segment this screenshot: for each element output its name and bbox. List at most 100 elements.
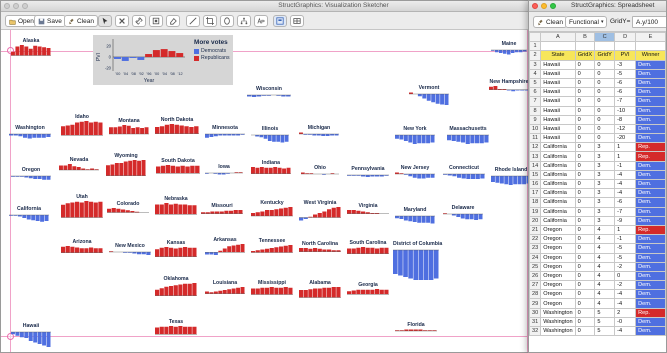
text-tool-button[interactable] bbox=[254, 15, 268, 27]
state-chart-iowa[interactable]: Iowa bbox=[205, 164, 243, 175]
table-tool-button[interactable] bbox=[290, 15, 304, 27]
table-cell[interactable]: 4 bbox=[594, 261, 616, 272]
state-chart-wisconsin[interactable]: Wisconsin bbox=[247, 86, 291, 98]
formula-input[interactable]: A.y/100 bbox=[632, 16, 666, 28]
spreadsheet-close-button[interactable] bbox=[532, 3, 538, 9]
table-cell[interactable]: 3 bbox=[594, 206, 616, 217]
table-cell[interactable]: Dem. bbox=[635, 215, 666, 226]
table-cell[interactable]: -4 bbox=[614, 178, 637, 190]
table-cell[interactable]: -10 bbox=[614, 105, 637, 116]
spreadsheet-zoom-button[interactable] bbox=[550, 3, 556, 9]
table-cell[interactable]: Dem. bbox=[635, 123, 666, 135]
table-cell[interactable]: Oregon bbox=[540, 252, 576, 263]
state-chart-connecticut[interactable]: Connecticut bbox=[443, 165, 485, 180]
state-chart-illinois[interactable]: Illinois bbox=[251, 126, 289, 143]
table-cell[interactable]: 4 bbox=[594, 252, 616, 263]
table-cell[interactable]: Dem. bbox=[635, 243, 666, 254]
state-chart-nebraska[interactable]: Nebraska bbox=[155, 196, 197, 216]
table-cell[interactable]: Dem. bbox=[635, 188, 666, 199]
table-cell[interactable]: 0 bbox=[574, 188, 596, 199]
table-cell[interactable]: 0 bbox=[574, 96, 596, 107]
table-cell[interactable]: Dem. bbox=[635, 87, 666, 98]
table-cell[interactable] bbox=[594, 41, 616, 52]
row-number[interactable]: 27 bbox=[529, 280, 542, 291]
table-cell[interactable]: 0 bbox=[574, 178, 596, 190]
state-chart-tennessee[interactable]: Tennessee bbox=[251, 238, 293, 255]
table-cell[interactable]: 1 bbox=[614, 151, 637, 162]
table-cell[interactable]: Rep. bbox=[635, 142, 666, 153]
table-cell[interactable]: Dem. bbox=[635, 77, 666, 89]
table-cell[interactable]: -5 bbox=[614, 68, 637, 79]
table-cell[interactable]: 0 bbox=[574, 197, 596, 208]
table-cell[interactable] bbox=[574, 41, 596, 52]
table-cell[interactable]: 3 bbox=[594, 197, 616, 208]
state-chart-georgia[interactable]: Georgia bbox=[347, 282, 389, 296]
table-cell[interactable]: Dem. bbox=[635, 289, 666, 300]
header-cell[interactable]: GridX bbox=[574, 50, 596, 61]
state-chart-hawaii[interactable]: Hawaii bbox=[11, 323, 51, 347]
table-cell[interactable]: Dem. bbox=[635, 59, 666, 70]
table-cell[interactable]: Dem. bbox=[635, 160, 666, 171]
table-cell[interactable]: -3 bbox=[614, 59, 637, 70]
state-chart-florida[interactable]: Florida bbox=[395, 322, 437, 333]
state-chart-delaware[interactable]: Delaware bbox=[443, 205, 483, 220]
state-chart-colorado[interactable]: Colorado bbox=[107, 201, 149, 215]
state-chart-kansas[interactable]: Kansas bbox=[155, 240, 197, 259]
row-number[interactable]: 4 bbox=[529, 68, 542, 79]
row-number[interactable]: 32 bbox=[529, 325, 542, 337]
table-cell[interactable]: -20 bbox=[614, 133, 637, 144]
state-chart-kentucky[interactable]: Kentucky bbox=[251, 200, 293, 218]
table-cell[interactable]: 0 bbox=[574, 270, 596, 282]
table-cell[interactable]: -12 bbox=[614, 123, 637, 135]
table-cell[interactable]: Hawaii bbox=[540, 105, 576, 116]
state-chart-alabama[interactable]: Alabama bbox=[299, 280, 341, 300]
row-number[interactable]: 25 bbox=[529, 261, 542, 272]
row-number[interactable]: 3 bbox=[529, 59, 542, 70]
table-cell[interactable]: 3 bbox=[594, 188, 616, 199]
table-cell[interactable]: Hawaii bbox=[540, 87, 576, 98]
table-cell[interactable]: -5 bbox=[614, 243, 637, 254]
table-cell[interactable]: 0 bbox=[614, 270, 637, 282]
table-cell[interactable]: -0 bbox=[614, 316, 637, 328]
table-cell[interactable]: Dem. bbox=[635, 234, 666, 245]
table-cell[interactable]: -1 bbox=[614, 160, 637, 171]
table-cell[interactable]: Dem. bbox=[635, 206, 666, 217]
state-chart-maryland[interactable]: Maryland bbox=[395, 207, 435, 224]
ellipse-tool-button[interactable] bbox=[220, 15, 234, 27]
row-number[interactable]: 28 bbox=[529, 289, 542, 300]
state-chart-washington[interactable]: Washington bbox=[9, 125, 51, 139]
table-cell[interactable]: 4 bbox=[594, 224, 616, 236]
table-cell[interactable]: 5 bbox=[594, 316, 616, 328]
row-number[interactable]: 7 bbox=[529, 96, 542, 107]
state-chart-massachusetts[interactable]: Massachusetts bbox=[447, 126, 489, 144]
table-cell[interactable]: 1 bbox=[614, 224, 637, 236]
column-header[interactable]: B bbox=[574, 31, 596, 43]
column-header[interactable] bbox=[529, 31, 542, 43]
table-cell[interactable]: 0 bbox=[594, 68, 616, 79]
table-cell[interactable]: 0 bbox=[574, 206, 596, 217]
table-cell[interactable]: -7 bbox=[614, 96, 637, 107]
clean-button[interactable]: Clean bbox=[64, 15, 98, 27]
table-cell[interactable]: Dem. bbox=[635, 298, 666, 309]
state-chart-new-mexico[interactable]: New Mexico bbox=[109, 243, 151, 255]
row-number[interactable]: 22 bbox=[529, 234, 542, 245]
table-cell[interactable]: -5 bbox=[614, 252, 637, 263]
table-cell[interactable]: 0 bbox=[594, 96, 616, 107]
table-cell[interactable]: -4 bbox=[614, 325, 637, 337]
row-number[interactable]: 1 bbox=[529, 41, 542, 52]
row-number[interactable]: 30 bbox=[529, 307, 542, 318]
state-chart-pennsylvania[interactable]: Pennsylvania bbox=[347, 166, 389, 178]
table-cell[interactable]: 0 bbox=[574, 243, 596, 254]
header-cell[interactable]: State bbox=[540, 50, 576, 61]
state-chart-north-carolina[interactable]: North Carolina bbox=[299, 241, 341, 254]
state-chart-oregon[interactable]: Oregon bbox=[11, 167, 51, 180]
header-cell[interactable]: GridY bbox=[594, 50, 616, 61]
row-number[interactable]: 17 bbox=[529, 188, 542, 199]
row-number[interactable]: 8 bbox=[529, 105, 542, 116]
table-cell[interactable]: 3 bbox=[594, 160, 616, 171]
table-cell[interactable]: 0 bbox=[594, 123, 616, 135]
table-cell[interactable]: 4 bbox=[594, 234, 616, 245]
table-cell[interactable]: Oregon bbox=[540, 280, 576, 291]
spreadsheet-titlebar[interactable]: StructGraphics: Spreadsheet bbox=[529, 1, 666, 12]
table-cell[interactable]: 0 bbox=[594, 133, 616, 144]
